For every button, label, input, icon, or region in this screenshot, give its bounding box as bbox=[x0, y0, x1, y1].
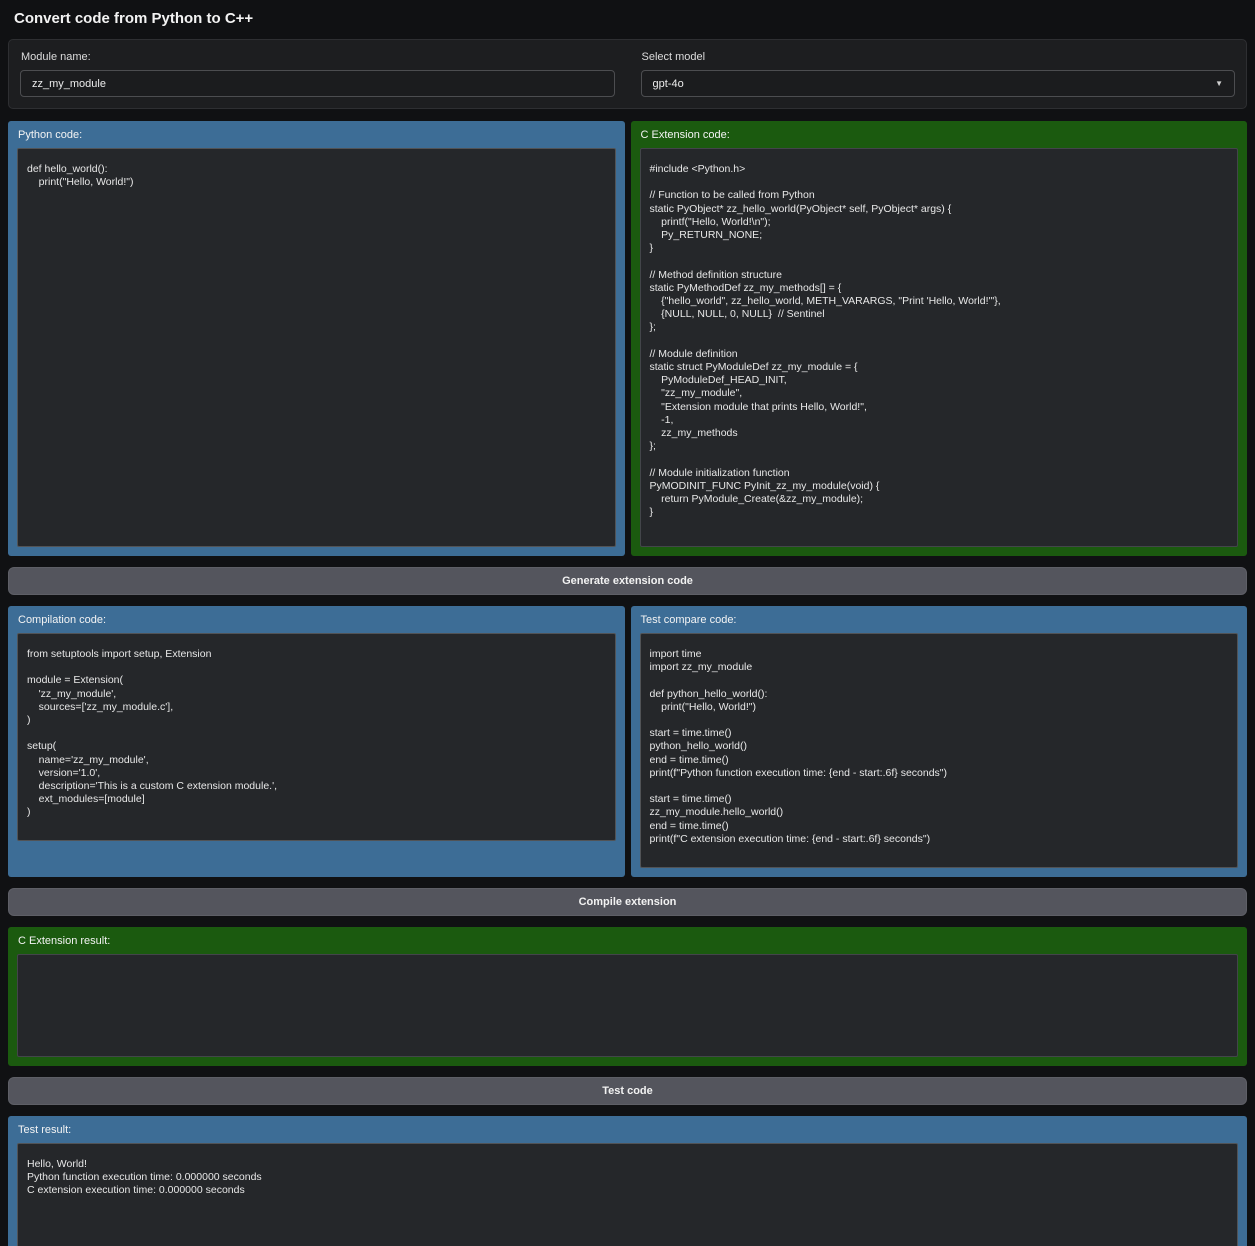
test-compare-code-panel: Test compare code: import time import zz… bbox=[631, 606, 1248, 877]
page-title: Convert code from Python to C++ bbox=[8, 0, 1247, 39]
compilation-code-textarea[interactable]: from setuptools import setup, Extension … bbox=[17, 633, 616, 841]
c-extension-code-label: C Extension code: bbox=[641, 129, 1239, 141]
c-extension-result-label: C Extension result: bbox=[18, 935, 1238, 947]
c-extension-result-textarea[interactable] bbox=[17, 954, 1238, 1057]
test-result-panel: Test result: Hello, World! Python functi… bbox=[8, 1116, 1247, 1246]
generate-extension-code-button[interactable]: Generate extension code bbox=[8, 567, 1247, 595]
compile-extension-button[interactable]: Compile extension bbox=[8, 888, 1247, 916]
python-code-textarea[interactable]: def hello_world(): print("Hello, World!"… bbox=[17, 148, 616, 547]
module-name-input[interactable] bbox=[20, 70, 615, 97]
select-model-group: Select model gpt-4o ▼ bbox=[641, 49, 1236, 97]
test-compare-code-label: Test compare code: bbox=[641, 614, 1239, 626]
app-page: Convert code from Python to C++ Module n… bbox=[0, 0, 1255, 1246]
chevron-down-icon: ▼ bbox=[1215, 80, 1223, 88]
model-dropdown-value: gpt-4o bbox=[653, 78, 684, 90]
code-row: Python code: def hello_world(): print("H… bbox=[8, 121, 1247, 556]
compilation-code-label: Compilation code: bbox=[18, 614, 616, 626]
model-dropdown[interactable]: gpt-4o ▼ bbox=[641, 70, 1236, 97]
test-compare-code-textarea[interactable]: import time import zz_my_module def pyth… bbox=[640, 633, 1239, 868]
c-extension-code-textarea[interactable]: #include <Python.h> // Function to be ca… bbox=[640, 148, 1239, 547]
module-name-group: Module name: bbox=[20, 49, 615, 97]
test-result-textarea[interactable]: Hello, World! Python function execution … bbox=[17, 1143, 1238, 1246]
compile-row: Compilation code: from setuptools import… bbox=[8, 606, 1247, 877]
test-result-label: Test result: bbox=[18, 1124, 1238, 1136]
c-extension-result-panel: C Extension result: bbox=[8, 927, 1247, 1066]
python-code-label: Python code: bbox=[18, 129, 616, 141]
python-code-panel: Python code: def hello_world(): print("H… bbox=[8, 121, 625, 556]
c-extension-code-panel: C Extension code: #include <Python.h> //… bbox=[631, 121, 1248, 556]
config-row: Module name: Select model gpt-4o ▼ bbox=[8, 39, 1247, 109]
compilation-code-panel: Compilation code: from setuptools import… bbox=[8, 606, 625, 877]
select-model-label: Select model bbox=[642, 51, 1235, 63]
test-code-button[interactable]: Test code bbox=[8, 1077, 1247, 1105]
module-name-label: Module name: bbox=[21, 51, 614, 63]
